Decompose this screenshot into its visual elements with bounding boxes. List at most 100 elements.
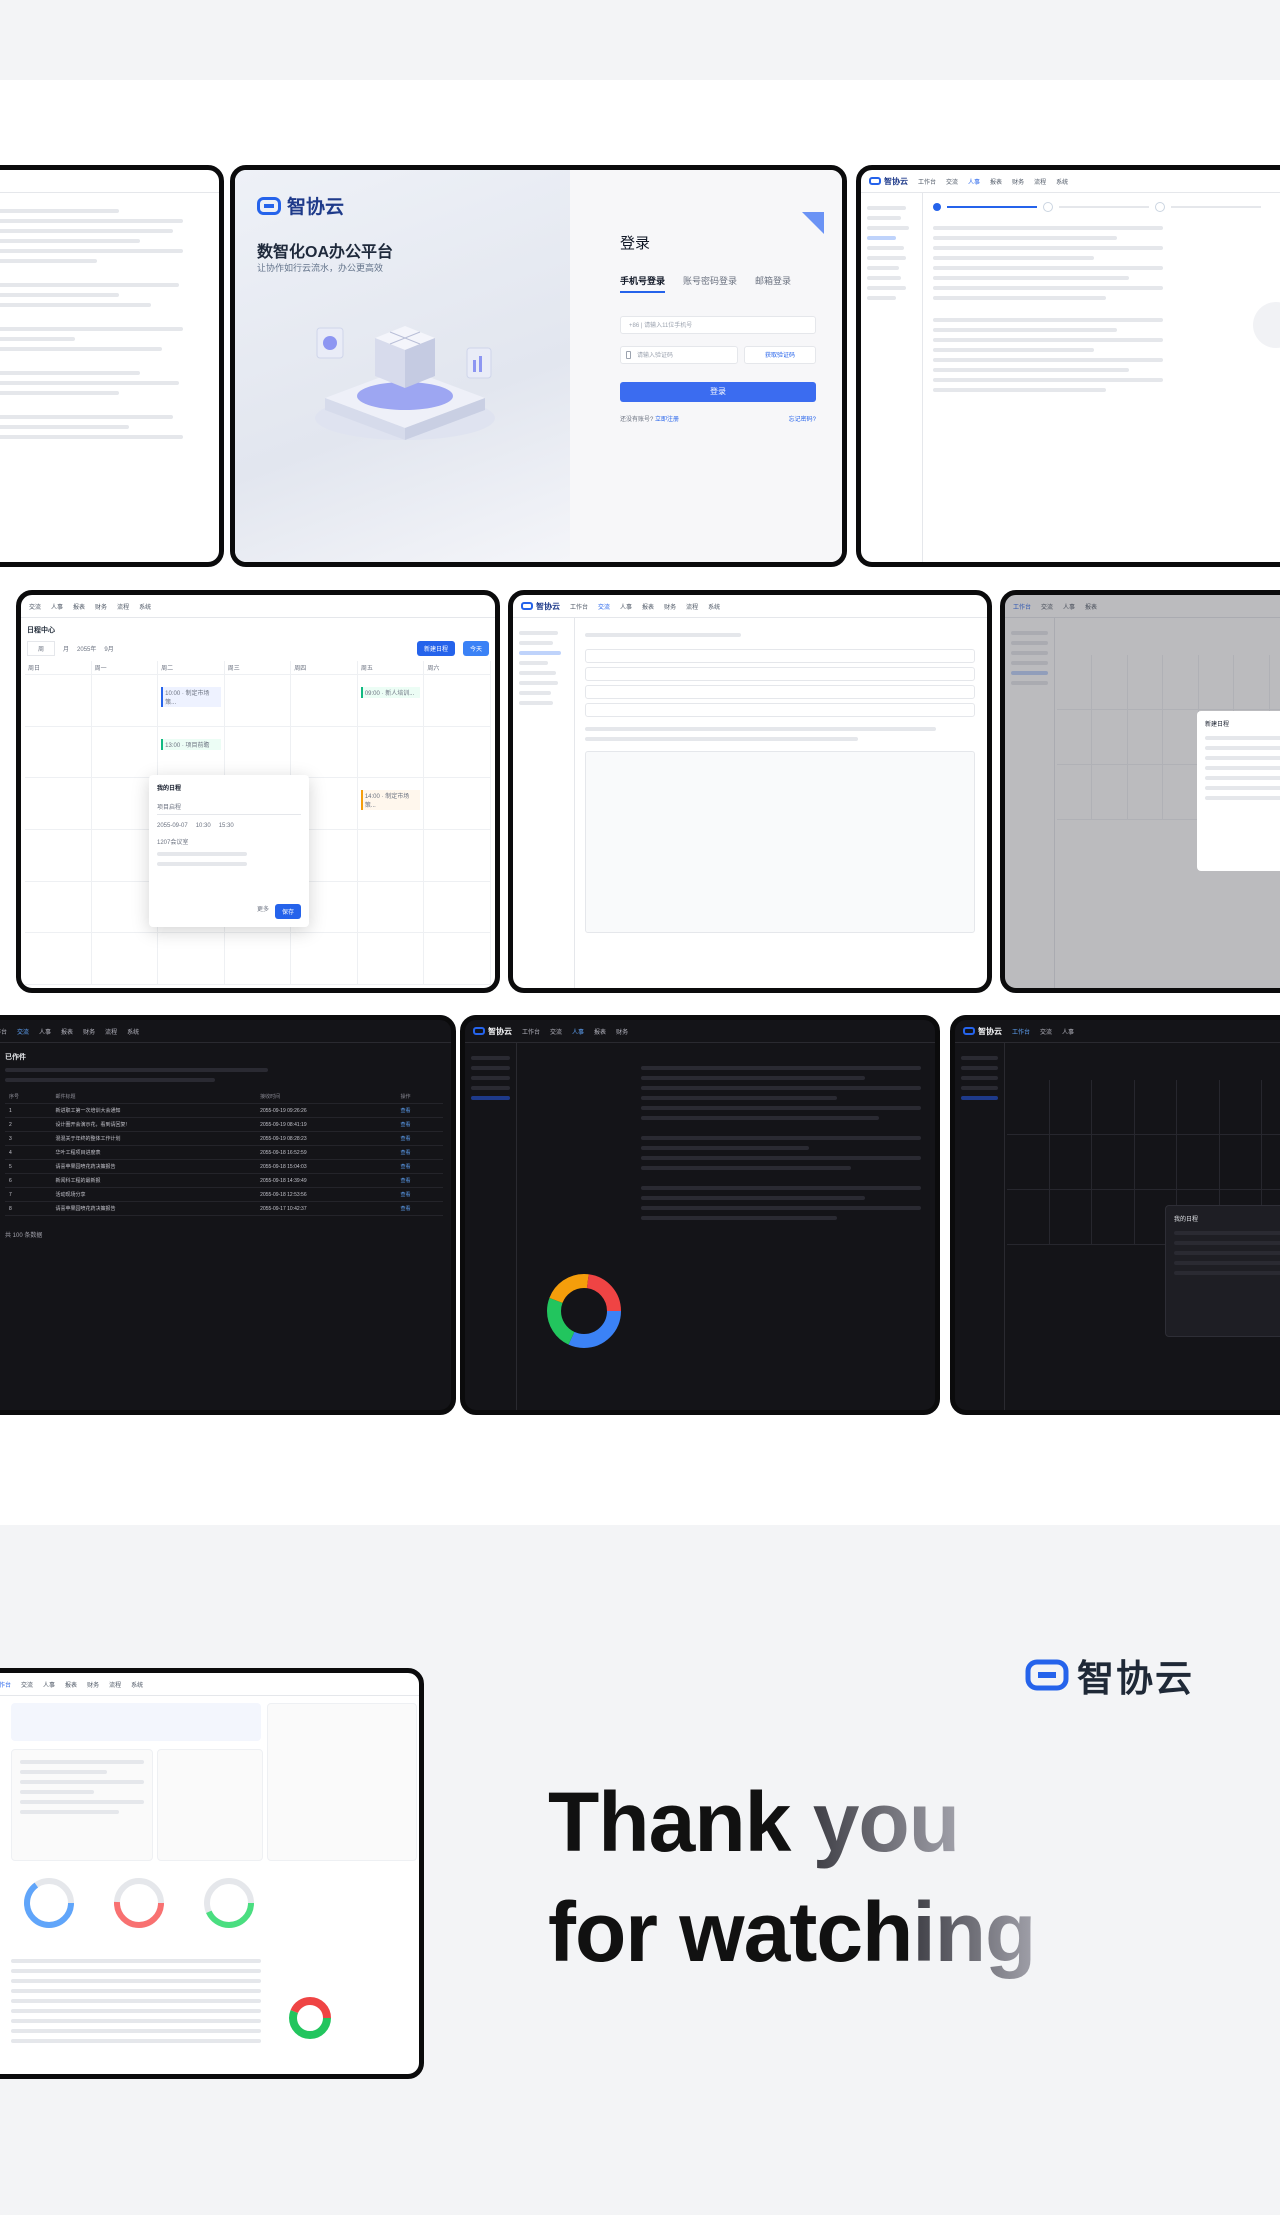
popup-room[interactable]: 1207会议室 (157, 837, 301, 846)
day-cell[interactable] (424, 726, 491, 779)
table-row[interactable]: 3 混混关于年终的整体工作计划 2055-09-19 08:28:23 查看 (5, 1131, 443, 1146)
nav-flow[interactable]: 流程 (686, 602, 698, 611)
nav-system[interactable]: 系统 (1056, 177, 1068, 186)
nav-chat[interactable]: 交流 (17, 1027, 29, 1036)
to-field[interactable] (585, 649, 975, 663)
forgot-password-link[interactable]: 忘记密码? (789, 414, 816, 423)
nav-chat[interactable]: 交流 (21, 1680, 33, 1689)
day-cell[interactable] (424, 933, 491, 985)
day-cell[interactable]: 10:00 · 制定市场策... (158, 675, 225, 727)
popup-start[interactable]: 10:30 (196, 823, 211, 829)
table-row[interactable]: 2 设计圈开会演示花，看到请回复! 2055-09-19 08:41:19 查看 (5, 1117, 443, 1132)
day-cell[interactable] (25, 778, 92, 830)
event-chip[interactable]: 10:00 · 制定市场策... (161, 687, 221, 707)
popup-subject[interactable]: 项目启程 (157, 802, 301, 815)
popup-end[interactable]: 15:30 (219, 823, 234, 829)
nav-workbench[interactable]: 工作台 (570, 602, 588, 611)
nav-system[interactable]: 系统 (139, 602, 151, 611)
day-cell[interactable]: 09:00 · 新人培训... (357, 675, 425, 727)
day-cell[interactable] (25, 726, 92, 779)
day-cell[interactable] (25, 933, 92, 985)
day-cell[interactable] (424, 778, 491, 830)
view-link[interactable]: 查看 (396, 1187, 443, 1202)
nav-report[interactable]: 报表 (990, 177, 1002, 186)
view-link[interactable]: 查看 (396, 1173, 443, 1188)
day-cell[interactable] (224, 933, 292, 985)
table-row[interactable]: 6 新闻科工程的最新报 2055-09-18 14:39:49 查看 (5, 1173, 443, 1188)
nav-hr[interactable]: 人事 (39, 1027, 51, 1036)
nav-finance[interactable]: 财务 (87, 1680, 99, 1689)
day-cell[interactable] (91, 675, 159, 727)
nav-system[interactable]: 系统 (131, 1680, 143, 1689)
day-cell[interactable] (424, 675, 491, 727)
login-submit-button[interactable]: 登录 (620, 382, 816, 402)
nav-workbench[interactable]: 工作台 (522, 1027, 540, 1036)
day-cell[interactable] (25, 830, 92, 882)
phone-input[interactable]: +86 | 请输入11位手机号 (620, 316, 816, 334)
day-cell[interactable] (424, 830, 491, 882)
day-cell[interactable] (357, 726, 425, 779)
nav-system[interactable]: 系统 (127, 1027, 139, 1036)
nav-finance[interactable]: 财务 (95, 602, 107, 611)
nav-flow[interactable]: 流程 (109, 1680, 121, 1689)
popup-save-button[interactable]: 保存 (274, 904, 301, 919)
nav-chat[interactable]: 交流 (29, 602, 41, 611)
event-chip[interactable]: 09:00 · 新人培训... (360, 687, 421, 698)
avatar-upload[interactable] (1253, 302, 1280, 348)
day-cell[interactable]: 14:00 · 制定市场策... (357, 778, 425, 830)
day-cell[interactable] (291, 726, 358, 779)
day-cell[interactable]: 13:00 · 项目前瞻 (158, 726, 225, 779)
nav-flow[interactable]: 流程 (117, 602, 129, 611)
cc-field[interactable] (585, 667, 975, 681)
nav-workbench[interactable]: 工作台 (0, 1027, 7, 1036)
body-editor[interactable] (585, 751, 975, 933)
day-cell[interactable] (357, 830, 425, 882)
nav-flow[interactable]: 流程 (105, 1027, 117, 1036)
nav-hr[interactable]: 人事 (968, 177, 980, 186)
code-input[interactable]: 请输入验证码 (620, 346, 738, 364)
table-row[interactable]: 1 新进职工第一次培训大会通知 2055-09-19 09:26:26 查看 (5, 1103, 443, 1118)
table-row[interactable]: 4 华叶工程项目进度表 2055-09-18 16:52:59 查看 (5, 1145, 443, 1160)
today-button[interactable]: 今天 (462, 641, 489, 656)
new-event-button[interactable]: 新建日程 (416, 641, 455, 656)
event-chip[interactable]: 14:00 · 制定市场策... (360, 790, 421, 811)
nav-workbench[interactable]: 工作台 (1012, 1027, 1030, 1036)
day-cell[interactable] (224, 726, 292, 779)
nav-hr[interactable]: 人事 (51, 602, 63, 611)
tab-phone-login[interactable]: 手机号登录 (620, 274, 666, 293)
popup-date[interactable]: 2055-09-07 (157, 823, 188, 829)
nav-chat[interactable]: 交流 (550, 1027, 562, 1036)
nav-chat[interactable]: 交流 (598, 602, 610, 611)
view-link[interactable]: 查看 (396, 1117, 443, 1132)
day-cell[interactable] (224, 675, 292, 727)
view-link[interactable]: 查看 (396, 1103, 443, 1118)
view-link[interactable]: 查看 (396, 1131, 443, 1146)
view-link[interactable]: 查看 (396, 1201, 443, 1216)
year-select[interactable]: 2055年 (77, 644, 96, 653)
get-code-button[interactable]: 获取验证码 (744, 346, 816, 364)
day-cell[interactable] (357, 933, 425, 985)
nav-finance[interactable]: 财务 (664, 602, 676, 611)
table-row[interactable]: 5 请喜苹果园喷花药决策报告 2055-09-18 15:04:03 查看 (5, 1159, 443, 1174)
view-month-button[interactable]: 月 (63, 644, 69, 653)
nav-report[interactable]: 报表 (642, 602, 654, 611)
day-cell[interactable] (291, 675, 358, 727)
nav-report[interactable]: 报表 (65, 1680, 77, 1689)
day-cell[interactable] (357, 881, 425, 934)
event-chip[interactable]: 13:00 · 项目前瞻 (161, 738, 221, 750)
tab-password-login[interactable]: 账号密码登录 (683, 274, 737, 293)
nav-finance[interactable]: 财务 (83, 1027, 95, 1036)
table-row[interactable]: 7 活动现场分享 2055-09-18 12:53:56 查看 (5, 1187, 443, 1202)
nav-chat[interactable]: 交流 (946, 177, 958, 186)
month-select[interactable]: 9月 (104, 644, 113, 653)
nav-hr[interactable]: 人事 (1062, 1027, 1074, 1036)
day-cell[interactable] (91, 726, 159, 779)
view-link[interactable]: 查看 (396, 1145, 443, 1160)
nav-report[interactable]: 报表 (61, 1027, 73, 1036)
view-link[interactable]: 查看 (396, 1159, 443, 1174)
bcc-field[interactable] (585, 685, 975, 699)
register-link[interactable]: 立即注册 (655, 417, 679, 423)
view-week-button[interactable]: 周 (27, 641, 56, 656)
nav-finance[interactable]: 财务 (616, 1027, 628, 1036)
popup-more-button[interactable]: 更多 (257, 904, 269, 919)
